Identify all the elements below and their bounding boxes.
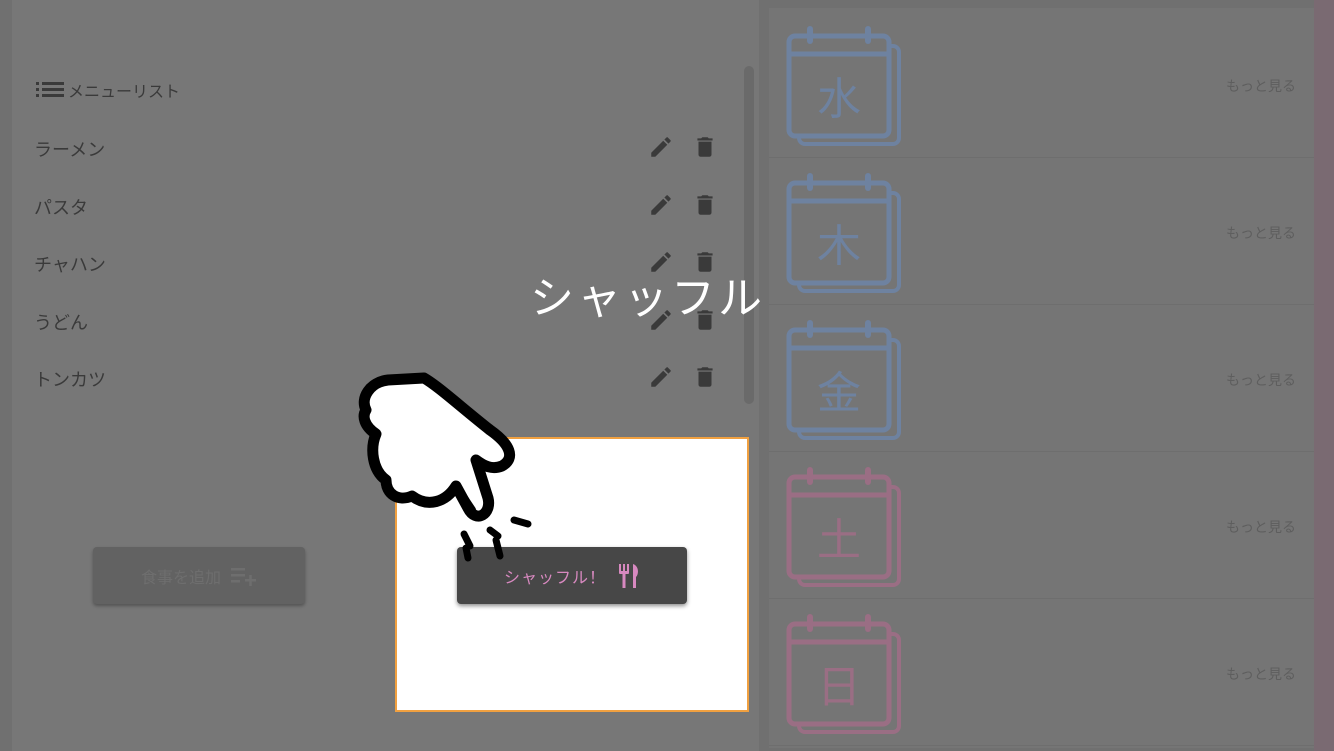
- see-more-link[interactable]: もっと見る: [1226, 76, 1296, 96]
- menu-item-label: ラーメン: [34, 140, 106, 161]
- day-character: 土: [817, 515, 861, 566]
- add-meal-label: 食事を追加: [140, 567, 221, 587]
- edit-icon[interactable]: [648, 364, 674, 390]
- day-row: 水 もっと見る: [769, 10, 1314, 158]
- day-character: 木: [817, 221, 861, 272]
- day-character: 日: [817, 662, 861, 713]
- scrollbar[interactable]: [744, 66, 754, 404]
- calendar-icon: 金: [786, 320, 901, 440]
- day-row: 木 もっと見る: [769, 157, 1314, 305]
- menu-item-label: うどん: [34, 312, 88, 334]
- day-character: 水: [817, 74, 861, 125]
- day-row: 土 もっと見る: [769, 451, 1314, 599]
- day-row: 日 もっと見る: [769, 598, 1314, 746]
- see-more-link[interactable]: もっと見る: [1226, 223, 1296, 243]
- right-edge-strip: [1314, 0, 1334, 751]
- menu-item: パスタ: [34, 186, 724, 226]
- edit-icon[interactable]: [648, 134, 674, 160]
- menu-list-title: メニューリスト: [68, 82, 181, 101]
- menu-item-label: パスタ: [34, 197, 88, 219]
- pointing-hand-icon: [358, 372, 532, 562]
- restaurant-icon: [619, 563, 638, 588]
- menu-item: ラーメン: [34, 128, 724, 168]
- calendar-icon: 水: [786, 26, 901, 146]
- menu-item-label: トンカツ: [34, 370, 106, 391]
- add-meal-button[interactable]: 食事を追加: [93, 547, 305, 604]
- see-more-link[interactable]: もっと見る: [1226, 370, 1296, 390]
- menu-item-label: チャハン: [34, 255, 106, 276]
- delete-icon[interactable]: [692, 192, 718, 218]
- calendar-icon: 木: [786, 173, 901, 293]
- menu-list-header: メニューリスト: [36, 78, 180, 102]
- day-character: 金: [817, 368, 861, 419]
- delete-icon[interactable]: [692, 364, 718, 390]
- day-row: 金 もっと見る: [769, 304, 1314, 452]
- see-more-link[interactable]: もっと見る: [1226, 517, 1296, 537]
- delete-icon[interactable]: [692, 134, 718, 160]
- list-icon: [36, 82, 64, 97]
- calendar-icon: 土: [786, 467, 901, 587]
- playlist-add-icon: [231, 567, 256, 586]
- calendar-icon: 日: [786, 614, 901, 734]
- see-more-link[interactable]: もっと見る: [1226, 664, 1296, 684]
- edit-icon[interactable]: [648, 192, 674, 218]
